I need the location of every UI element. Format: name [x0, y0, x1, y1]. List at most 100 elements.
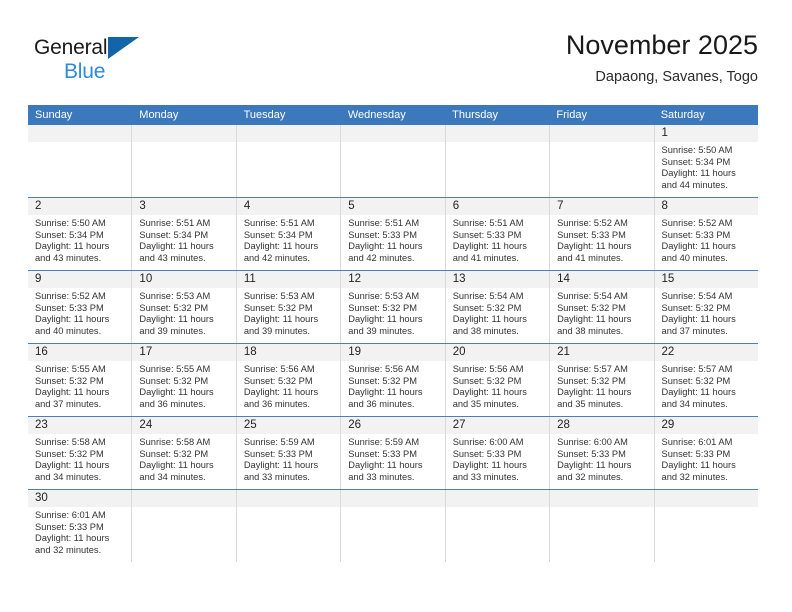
day-daylight1-text: Daylight: 11 hours	[661, 241, 736, 252]
weekday-header-monday: Monday	[139, 109, 179, 121]
day-sunrise-text: Sunrise: 5:56 AM	[348, 364, 420, 374]
day-sun-info: Sunrise: 5:52 AM Sunset: 5:33 PM Daylight:…	[550, 215, 653, 264]
calendar-day-cell[interactable]: 21 Sunrise: 5:57 AM Sunset: 5:32 PM Dayligh…	[550, 344, 655, 416]
day-daylight2-text: and 39 minutes.	[348, 325, 415, 336]
day-number: 2	[35, 200, 42, 212]
calendar-day-cell[interactable]: 27 Sunrise: 6:00 AM Sunset: 5:33 PM Dayligh…	[446, 417, 551, 489]
day-sunrise-text: Sunrise: 5:59 AM	[348, 437, 420, 447]
calendar-day-cell[interactable]: 8 Sunrise: 5:52 AM Sunset: 5:33 PM Daylight…	[655, 198, 758, 270]
calendar-weeks: 1 Sunrise: 5:50 AM Sunset: 5:34 PM Daylight…	[28, 125, 758, 562]
day-sunrise-text: Sunrise: 5:53 AM	[243, 291, 315, 301]
day-sunset-text: Sunset: 5:33 PM	[348, 448, 417, 459]
day-daylight2-text: and 35 minutes.	[557, 398, 624, 409]
day-sunset-text: Sunset: 5:33 PM	[35, 521, 104, 532]
day-number: 6	[452, 200, 460, 212]
day-number: 20	[452, 346, 466, 358]
day-daylight2-text: and 43 minutes.	[35, 252, 102, 263]
calendar-day-cell[interactable]: 23 Sunrise: 5:58 AM Sunset: 5:32 PM Dayligh…	[28, 417, 133, 489]
day-sunrise-text: Sunrise: 5:54 AM	[661, 291, 733, 301]
day-number: 29	[661, 419, 675, 431]
day-number: 18	[243, 346, 257, 358]
calendar-day-cell-empty	[132, 125, 237, 197]
calendar-day-cell[interactable]: 4 Sunrise: 5:51 AM Sunset: 5:34 PM Daylight…	[237, 198, 342, 270]
day-number: 7	[557, 200, 564, 212]
day-sun-info: Sunrise: 5:51 AM Sunset: 5:33 PM Daylight:…	[446, 215, 549, 264]
day-daylight1-text: Daylight: 11 hours	[139, 241, 214, 252]
day-sunrise-text: Sunrise: 5:53 AM	[139, 291, 211, 301]
day-number: 14	[557, 273, 570, 285]
calendar-day-cell[interactable]: 24 Sunrise: 5:58 AM Sunset: 5:32 PM Dayligh…	[132, 417, 237, 489]
calendar-day-cell[interactable]: 12 Sunrise: 5:53 AM Sunset: 5:32 PM Dayligh…	[341, 271, 446, 343]
calendar-day-cell[interactable]: 19 Sunrise: 5:56 AM Sunset: 5:32 PM Dayligh…	[341, 344, 446, 416]
title-block: November 2025 Dapaong, Savanes, Togo	[566, 28, 758, 88]
calendar-day-cell[interactable]: 11 Sunrise: 5:53 AM Sunset: 5:32 PM Dayligh…	[237, 271, 342, 343]
calendar-day-cell[interactable]: 18 Sunrise: 5:56 AM Sunset: 5:32 PM Dayligh…	[237, 344, 342, 416]
day-sun-info: Sunrise: 5:53 AM Sunset: 5:32 PM Daylight:…	[341, 288, 444, 337]
calendar-day-cell[interactable]: 22 Sunrise: 5:57 AM Sunset: 5:32 PM Dayligh…	[655, 344, 758, 416]
day-sun-info: Sunrise: 5:55 AM Sunset: 5:32 PM Daylight:…	[132, 361, 235, 410]
day-sunrise-text: Sunrise: 5:50 AM	[35, 218, 106, 228]
calendar-day-cell[interactable]: 15 Sunrise: 5:54 AM Sunset: 5:32 PM Dayligh…	[655, 271, 758, 343]
calendar-day-cell[interactable]: 5 Sunrise: 5:51 AM Sunset: 5:33 PM Daylight…	[341, 198, 446, 270]
day-sun-info: Sunrise: 5:54 AM Sunset: 5:32 PM Daylight:…	[550, 288, 653, 337]
calendar-day-cell[interactable]: 7 Sunrise: 5:52 AM Sunset: 5:33 PM Daylight…	[550, 198, 655, 270]
calendar-day-cell[interactable]: 26 Sunrise: 5:59 AM Sunset: 5:33 PM Dayligh…	[341, 417, 446, 489]
day-daylight1-text: Daylight: 11 hours	[557, 387, 632, 398]
day-sunrise-text: Sunrise: 5:51 AM	[243, 218, 315, 228]
day-number: 24	[139, 419, 153, 431]
day-sunrise-text: Sunrise: 6:00 AM	[452, 437, 524, 447]
day-daylight1-text: Daylight: 11 hours	[243, 314, 319, 325]
day-daylight1-text: Daylight: 11 hours	[557, 460, 632, 471]
day-daylight2-text: and 42 minutes.	[348, 252, 415, 263]
day-number: 4	[243, 200, 251, 212]
logo-text-general: General	[34, 36, 108, 59]
calendar-week-row: 9 Sunrise: 5:52 AM Sunset: 5:33 PM Daylight…	[28, 271, 758, 344]
day-number: 30	[35, 492, 48, 504]
day-sunset-text: Sunset: 5:32 PM	[348, 302, 417, 313]
day-daylight2-text: and 36 minutes.	[243, 398, 310, 409]
day-sunrise-text: Sunrise: 5:55 AM	[139, 364, 211, 374]
day-sunset-text: Sunset: 5:33 PM	[557, 229, 626, 240]
day-sunset-text: Sunset: 5:33 PM	[661, 229, 731, 240]
calendar-day-cell[interactable]: 14 Sunrise: 5:54 AM Sunset: 5:32 PM Dayligh…	[550, 271, 655, 343]
day-daylight1-text: Daylight: 11 hours	[452, 314, 527, 325]
day-sunrise-text: Sunrise: 5:53 AM	[348, 291, 420, 301]
calendar-week-row: 23 Sunrise: 5:58 AM Sunset: 5:32 PM Dayligh…	[28, 417, 758, 490]
calendar-day-cell[interactable]: 28 Sunrise: 6:00 AM Sunset: 5:33 PM Dayligh…	[550, 417, 655, 489]
day-sunset-text: Sunset: 5:34 PM	[243, 229, 313, 240]
day-sunrise-text: Sunrise: 6:01 AM	[661, 437, 733, 447]
day-sun-info: Sunrise: 5:53 AM Sunset: 5:32 PM Daylight:…	[237, 288, 340, 337]
day-sunset-text: Sunset: 5:32 PM	[557, 375, 626, 386]
day-sun-info: Sunrise: 6:01 AM Sunset: 5:33 PM Daylight:…	[655, 434, 758, 483]
calendar-day-cell[interactable]: 29 Sunrise: 6:01 AM Sunset: 5:33 PM Dayligh…	[655, 417, 758, 489]
day-sunrise-text: Sunrise: 5:54 AM	[557, 291, 628, 301]
day-number: 17	[139, 346, 153, 358]
day-sunrise-text: Sunrise: 5:51 AM	[348, 218, 420, 228]
day-number: 10	[139, 273, 153, 285]
day-sunrise-text: Sunrise: 5:52 AM	[35, 291, 106, 301]
calendar-day-cell[interactable]: 25 Sunrise: 5:59 AM Sunset: 5:33 PM Dayligh…	[237, 417, 342, 489]
calendar-day-cell[interactable]: 16 Sunrise: 5:55 AM Sunset: 5:32 PM Dayligh…	[28, 344, 133, 416]
calendar-day-cell[interactable]: 9 Sunrise: 5:52 AM Sunset: 5:33 PM Daylight…	[28, 271, 133, 343]
weekday-header-saturday: Saturday	[660, 109, 705, 121]
calendar-day-cell[interactable]: 2 Sunrise: 5:50 AM Sunset: 5:34 PM Daylight…	[28, 198, 133, 270]
calendar-day-cell[interactable]: 17 Sunrise: 5:55 AM Sunset: 5:32 PM Dayligh…	[132, 344, 237, 416]
day-sunset-text: Sunset: 5:33 PM	[557, 448, 626, 459]
calendar-day-cell[interactable]: 13 Sunrise: 5:54 AM Sunset: 5:32 PM Dayligh…	[446, 271, 551, 343]
calendar-day-cell[interactable]: 1 Sunrise: 5:50 AM Sunset: 5:34 PM Daylight…	[655, 125, 758, 197]
day-sunrise-text: Sunrise: 5:52 AM	[661, 218, 733, 228]
calendar-day-cell-empty	[237, 125, 342, 197]
calendar-day-cell[interactable]: 3 Sunrise: 5:51 AM Sunset: 5:34 PM Daylight…	[132, 198, 237, 270]
day-daylight1-text: Daylight: 11 hours	[348, 460, 423, 471]
day-daylight2-text: and 38 minutes.	[557, 325, 624, 336]
calendar-day-cell[interactable]: 30 Sunrise: 6:01 AM Sunset: 5:33 PM Dayligh…	[28, 490, 133, 562]
day-daylight2-text: and 32 minutes.	[35, 544, 102, 555]
calendar-day-cell[interactable]: 20 Sunrise: 5:56 AM Sunset: 5:32 PM Dayligh…	[446, 344, 551, 416]
weekday-header-wednesday: Wednesday	[347, 109, 406, 121]
calendar-day-cell-empty	[446, 125, 551, 197]
day-sun-info: Sunrise: 5:53 AM Sunset: 5:32 PM Daylight:…	[132, 288, 235, 337]
day-daylight1-text: Daylight: 11 hours	[243, 460, 319, 471]
calendar-day-cell[interactable]: 10 Sunrise: 5:53 AM Sunset: 5:32 PM Dayligh…	[132, 271, 237, 343]
calendar-day-cell[interactable]: 6 Sunrise: 5:51 AM Sunset: 5:33 PM Daylight…	[446, 198, 551, 270]
day-daylight2-text: and 42 minutes.	[243, 252, 310, 263]
